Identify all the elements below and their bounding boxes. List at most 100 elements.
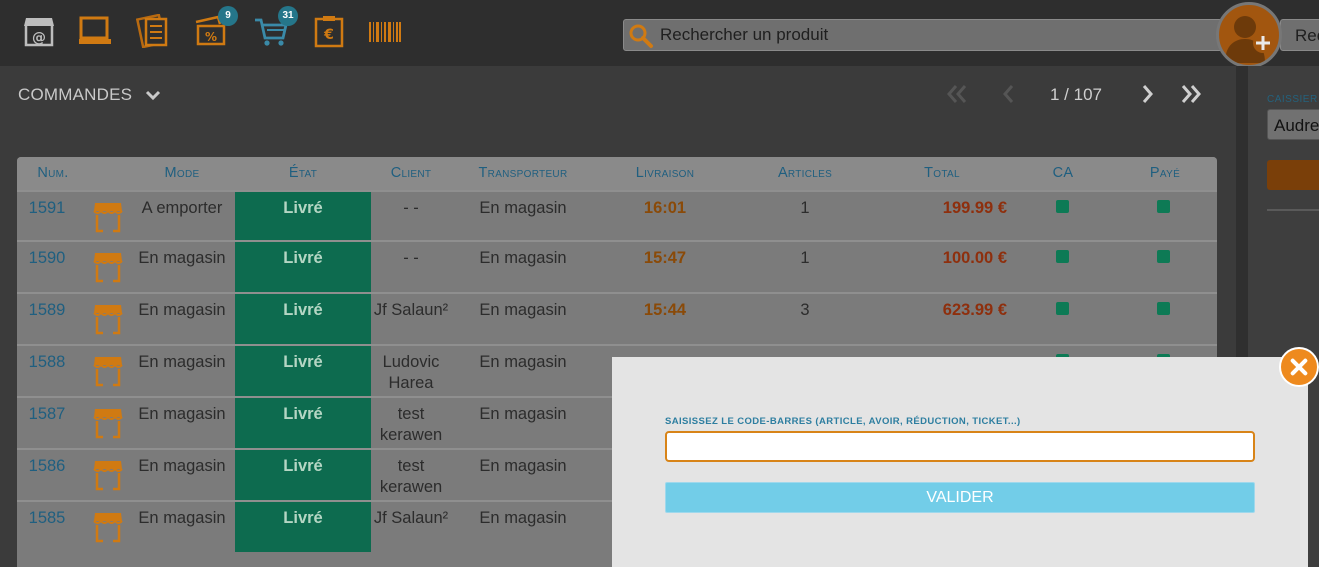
order-mode: A emporter: [141, 199, 223, 217]
valider-button[interactable]: VALIDER: [665, 482, 1255, 513]
product-search[interactable]: [623, 19, 1233, 51]
paid-indicator: [1157, 200, 1170, 213]
double-chevron-left-icon: [947, 85, 967, 103]
header-paye[interactable]: Payé: [1133, 165, 1197, 181]
header-articles[interactable]: Articles: [757, 165, 853, 181]
header-livraison[interactable]: Livraison: [593, 165, 737, 181]
previous-page-button[interactable]: [996, 83, 1022, 105]
chevron-right-icon: [1142, 85, 1153, 103]
order-mode: En magasin: [138, 405, 226, 423]
next-page-button[interactable]: [1134, 83, 1160, 105]
panel-divider: [1267, 209, 1319, 211]
page-indicator: 1 / 107: [1050, 85, 1102, 104]
order-client: Jf Salaun²: [373, 509, 449, 527]
search-input[interactable]: [660, 20, 1220, 50]
barcode-label: SAISISSEZ LE CODE-BARRES (ARTICLE, AVOIR…: [665, 416, 1021, 427]
ca-indicator: [1056, 200, 1069, 213]
barcode-modal: SAISISSEZ LE CODE-BARRES (ARTICLE, AVOIR…: [612, 357, 1308, 567]
last-page-button[interactable]: [1178, 83, 1204, 105]
order-articles: 1: [800, 199, 810, 217]
order-number[interactable]: 1590: [17, 248, 77, 269]
order-total: 623.99 €: [942, 301, 1007, 319]
table-row[interactable]: 1589 En magasin Livré Jf Salaun² En magasin 1…: [17, 292, 1217, 344]
table-row[interactable]: 1591 A emporter Livré - - En magasin 16:01 1 19…: [17, 190, 1217, 240]
top-toolbar: @ % 9 31 € Rechercher un produit Re: [0, 0, 1319, 68]
order-number[interactable]: 1588: [17, 352, 77, 373]
header-total[interactable]: Total: [897, 165, 987, 181]
order-delivery: 15:44: [643, 301, 687, 319]
order-delivery: 16:01: [643, 199, 687, 217]
header-mode[interactable]: Mode: [135, 165, 229, 181]
first-page-button[interactable]: [944, 83, 970, 105]
euro-clipboard-icon[interactable]: €: [312, 14, 346, 48]
cart-badge: 31: [278, 6, 298, 26]
add-customer-button[interactable]: [1216, 2, 1282, 68]
barcode-icon[interactable]: [368, 14, 402, 48]
table-header: Num. Mode État Client Transporteur Livra…: [17, 157, 1217, 190]
order-client: - -: [403, 199, 419, 217]
order-carrier: En magasin: [479, 249, 567, 267]
close-icon: [1290, 358, 1308, 376]
order-mode: En magasin: [138, 457, 226, 475]
shop-icon: [93, 407, 123, 439]
laptop-icon[interactable]: [78, 14, 112, 48]
order-total: 100.00 €: [942, 249, 1007, 267]
order-status: Livré: [283, 301, 323, 319]
order-client: - -: [403, 249, 419, 267]
shop-icon: [93, 511, 123, 543]
order-mode: En magasin: [138, 249, 226, 267]
header-etat[interactable]: État: [235, 165, 371, 181]
order-mode: En magasin: [138, 301, 226, 319]
order-status: Livré: [283, 457, 323, 475]
order-status: Livré: [283, 249, 323, 267]
order-carrier: En magasin: [479, 353, 567, 371]
close-modal-button[interactable]: [1279, 347, 1319, 387]
caissier-select[interactable]: Audrey: [1267, 109, 1319, 140]
chevron-left-icon: [1003, 85, 1014, 103]
discount-tag-icon[interactable]: % 9: [194, 6, 238, 48]
order-articles: 3: [800, 301, 810, 319]
header-client[interactable]: Client: [373, 165, 449, 181]
secondary-search-text: Rec: [1295, 26, 1319, 45]
calculator-icon[interactable]: [136, 14, 170, 48]
order-number[interactable]: 1586: [17, 456, 77, 477]
order-carrier: En magasin: [479, 405, 567, 423]
paid-indicator: [1157, 302, 1170, 315]
header-num[interactable]: Num.: [17, 165, 89, 181]
order-carrier: En magasin: [479, 199, 567, 217]
order-client: test kerawen: [379, 405, 443, 444]
header-transporteur[interactable]: Transporteur: [453, 165, 593, 181]
chevron-down-icon[interactable]: [144, 86, 162, 104]
order-client: Ludovic Harea: [382, 353, 440, 392]
secondary-search[interactable]: Rec: [1280, 19, 1319, 51]
shop-email-icon[interactable]: @: [22, 14, 56, 48]
order-number[interactable]: 1589: [17, 300, 77, 321]
order-status: Livré: [283, 509, 323, 527]
svg-text:%: %: [205, 30, 217, 44]
order-number[interactable]: 1587: [17, 404, 77, 425]
order-carrier: En magasin: [479, 509, 567, 527]
order-client: test kerawen: [379, 457, 443, 496]
section-title[interactable]: COMMANDES: [18, 85, 132, 105]
panel-action-button[interactable]: [1267, 160, 1319, 190]
shop-icon: [93, 251, 123, 283]
ca-indicator: [1056, 302, 1069, 315]
svg-text:€: €: [323, 27, 334, 43]
table-row[interactable]: 1590 En magasin Livré - - En magasin 15:47 1 10…: [17, 240, 1217, 292]
header-ca[interactable]: CA: [1033, 165, 1093, 181]
barcode-input[interactable]: [665, 431, 1255, 462]
order-delivery: 15:47: [643, 249, 687, 267]
caissier-value: Audrey: [1274, 116, 1319, 135]
paid-indicator: [1157, 250, 1170, 263]
cart-icon[interactable]: 31: [254, 6, 298, 48]
search-icon: [629, 24, 653, 48]
order-client: Jf Salaun²: [373, 301, 449, 319]
order-mode: En magasin: [138, 353, 226, 371]
shop-icon: [93, 303, 123, 335]
order-number[interactable]: 1591: [17, 198, 77, 219]
caissier-label: CAISSIER: [1267, 94, 1318, 105]
shop-icon: [93, 459, 123, 491]
discount-badge: 9: [218, 6, 238, 26]
order-status: Livré: [283, 353, 323, 371]
order-number[interactable]: 1585: [17, 508, 77, 529]
